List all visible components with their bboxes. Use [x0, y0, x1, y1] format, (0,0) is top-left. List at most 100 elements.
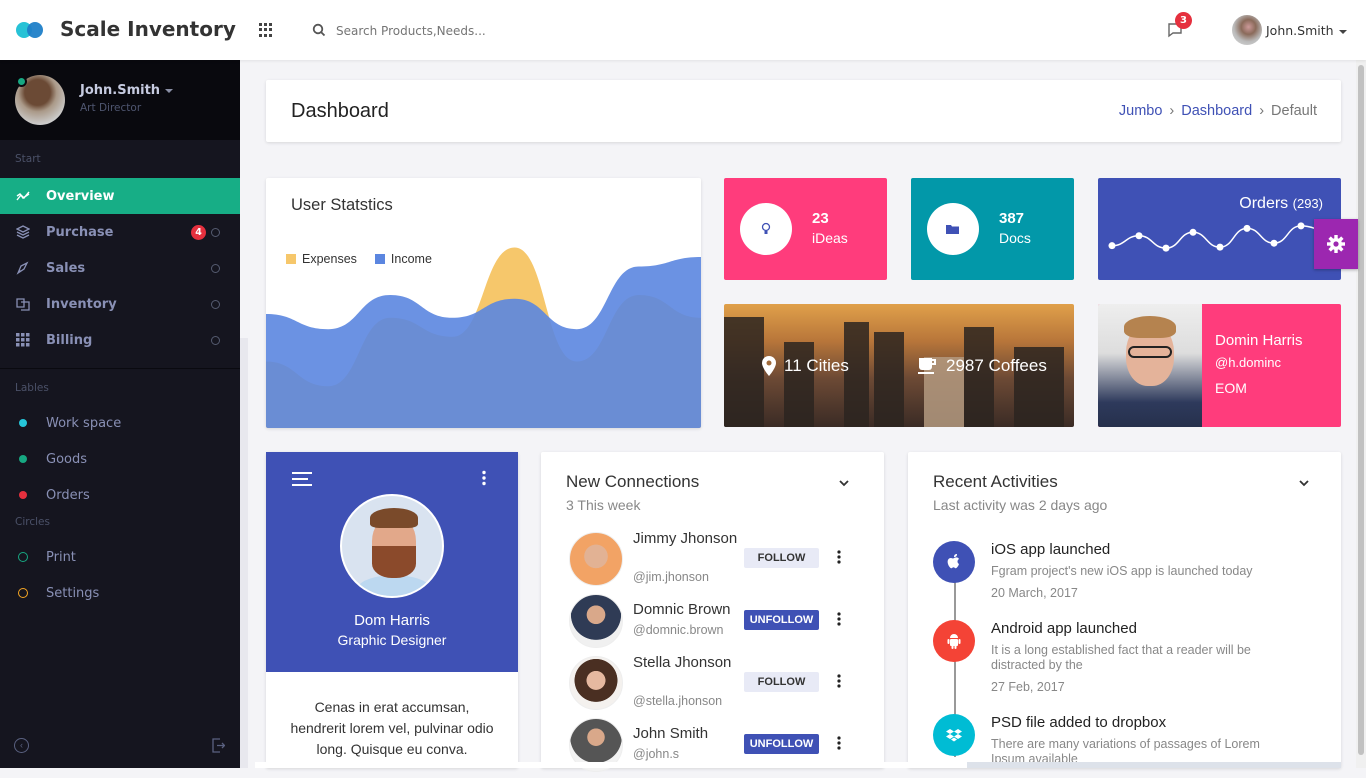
- city-stats-tile: 11 Cities 2987 Coffees: [724, 304, 1074, 427]
- sparkline-point: [1135, 232, 1143, 240]
- circle-indicator-icon: [211, 264, 220, 273]
- sidebar-circle-settings[interactable]: Settings: [0, 575, 240, 611]
- chart-line-icon: [16, 191, 30, 201]
- card-subtitle: Last activity was 2 days ago: [933, 497, 1108, 513]
- chevron-down-icon[interactable]: [1299, 478, 1309, 488]
- label-text: Settings: [46, 585, 100, 601]
- connection-avatar[interactable]: [569, 656, 623, 710]
- settings-gear-button[interactable]: [1314, 219, 1358, 269]
- ideas-label: iDeas: [812, 230, 848, 246]
- connection-item: Domnic Brown @domnic.brown UNFOLLOW: [569, 594, 869, 654]
- connection-item: John Smith @john.s UNFOLLOW: [569, 718, 869, 778]
- profile-card-header: Dom Harris Graphic Designer: [266, 452, 518, 672]
- activity-date: 27 Feb, 2017: [991, 680, 1065, 694]
- profile-handle: @h.dominc: [1215, 355, 1281, 370]
- sidebar-item-label: Overview: [46, 188, 115, 204]
- activity-title: iOS app launched: [991, 541, 1111, 558]
- user-avatar[interactable]: [1232, 15, 1262, 45]
- sparkline-point: [1108, 242, 1116, 250]
- coffee-cup-icon: [918, 358, 936, 374]
- search-input[interactable]: [336, 20, 636, 42]
- label-text: Orders: [46, 487, 90, 503]
- chevron-down-icon[interactable]: [839, 478, 849, 488]
- cities-text: 11 Cities: [784, 356, 849, 375]
- unfollow-button[interactable]: UNFOLLOW: [744, 734, 819, 754]
- profile-photo: [1098, 304, 1202, 427]
- sidebar-item-purchase[interactable]: Purchase 4: [0, 214, 240, 250]
- connection-name[interactable]: Domnic Brown: [633, 601, 753, 619]
- connection-name[interactable]: Jimmy Jhonson: [633, 530, 743, 548]
- more-vert-icon[interactable]: [837, 674, 841, 688]
- search-icon[interactable]: [312, 23, 326, 37]
- ideas-tile[interactable]: 23 iDeas: [724, 178, 887, 280]
- follow-button[interactable]: FOLLOW: [744, 548, 819, 568]
- brand-name[interactable]: Scale Inventory: [60, 17, 236, 41]
- breadcrumb: Jumbo › Dashboard › Default: [1119, 103, 1317, 119]
- card-subtitle: 3 This week: [566, 497, 641, 513]
- breadcrumb-jumbo[interactable]: Jumbo: [1119, 103, 1163, 119]
- chart-legend: Expenses Income: [286, 252, 432, 266]
- connection-avatar[interactable]: [569, 594, 623, 648]
- sidebar-item-label: Billing: [46, 332, 93, 348]
- page-title: Dashboard: [291, 100, 389, 122]
- rocket-icon: [16, 261, 29, 275]
- sidebar-scrollbar[interactable]: [240, 338, 248, 768]
- building-shape: [874, 332, 904, 427]
- section-label-labels: Lables: [15, 382, 49, 394]
- logo-icon[interactable]: [16, 22, 46, 38]
- legend-label-income: Income: [390, 252, 432, 266]
- sidebar-item-label: Purchase: [46, 224, 114, 240]
- connection-handle: @jim.jhonson: [633, 570, 709, 584]
- profile-card-name: Dom Harris: [354, 612, 430, 629]
- dropbox-icon: [933, 714, 975, 756]
- folder-icon: [946, 225, 959, 234]
- building-shape: [784, 342, 814, 427]
- user-menu[interactable]: John.Smith: [1266, 23, 1347, 38]
- breadcrumb-default: Default: [1271, 103, 1317, 119]
- connection-item: Stella Jhonson @stella.jhonson FOLLOW: [569, 654, 869, 716]
- new-connections-card: New Connections 3 This week Jimmy Jhonso…: [541, 452, 884, 772]
- label-text: Print: [46, 549, 76, 565]
- connection-avatar[interactable]: [569, 532, 623, 586]
- sidebar-label-orders[interactable]: Orders: [0, 477, 240, 513]
- sidebar-circle-print[interactable]: Print: [0, 539, 240, 575]
- label-dot-icon: [19, 455, 27, 463]
- follow-button[interactable]: FOLLOW: [744, 672, 819, 692]
- connection-name[interactable]: John Smith: [633, 725, 753, 743]
- sidebar-item-billing[interactable]: Billing: [0, 322, 240, 358]
- sidebar-item-sales[interactable]: Sales: [0, 250, 240, 286]
- user-name: John.Smith: [1266, 23, 1334, 38]
- more-vert-icon[interactable]: [837, 550, 841, 564]
- card-title: New Connections: [566, 472, 700, 491]
- profile-card-description: Cenas in erat accumsan, hendrerit lorem …: [290, 699, 494, 757]
- main-scrollbar[interactable]: [1356, 60, 1366, 768]
- connection-name[interactable]: Stella Jhonson: [633, 654, 743, 672]
- sidebar-profile: John.Smith Art Director: [0, 60, 240, 140]
- coffees-stat: 2987 Coffees: [918, 356, 1047, 376]
- sidebar-label-goods[interactable]: Goods: [0, 441, 240, 477]
- purchase-badge: 4: [191, 225, 206, 240]
- chevron-right-icon: ›: [1169, 103, 1175, 119]
- employee-of-month-tile[interactable]: Domin Harris @h.dominc EOM: [1098, 304, 1341, 427]
- ideas-count: 23: [812, 210, 829, 227]
- legend-swatch-income: [374, 254, 385, 264]
- scrollbar-thumb[interactable]: [1358, 65, 1364, 755]
- docs-label: Docs: [999, 230, 1031, 246]
- logout-icon[interactable]: [212, 738, 225, 753]
- more-vert-icon[interactable]: [481, 470, 487, 486]
- sidebar-item-inventory[interactable]: Inventory: [0, 286, 240, 322]
- more-vert-icon[interactable]: [837, 736, 841, 750]
- sidebar-label-workspace[interactable]: Work space: [0, 405, 240, 441]
- unfollow-button[interactable]: UNFOLLOW: [744, 610, 819, 630]
- sidebar-user-menu[interactable]: John.Smith: [80, 83, 174, 98]
- docs-tile[interactable]: 387 Docs: [911, 178, 1074, 280]
- sidebar-item-overview[interactable]: Overview: [0, 178, 240, 214]
- sparkline-point: [1189, 228, 1197, 236]
- collapse-sidebar-icon[interactable]: ‹: [14, 738, 29, 753]
- more-vert-icon[interactable]: [837, 612, 841, 626]
- apps-grid-icon[interactable]: [259, 23, 273, 37]
- android-icon: [933, 620, 975, 662]
- menu-icon[interactable]: [292, 472, 312, 486]
- breadcrumb-dashboard[interactable]: Dashboard: [1181, 103, 1252, 119]
- orders-tile[interactable]: Orders (293): [1098, 178, 1341, 280]
